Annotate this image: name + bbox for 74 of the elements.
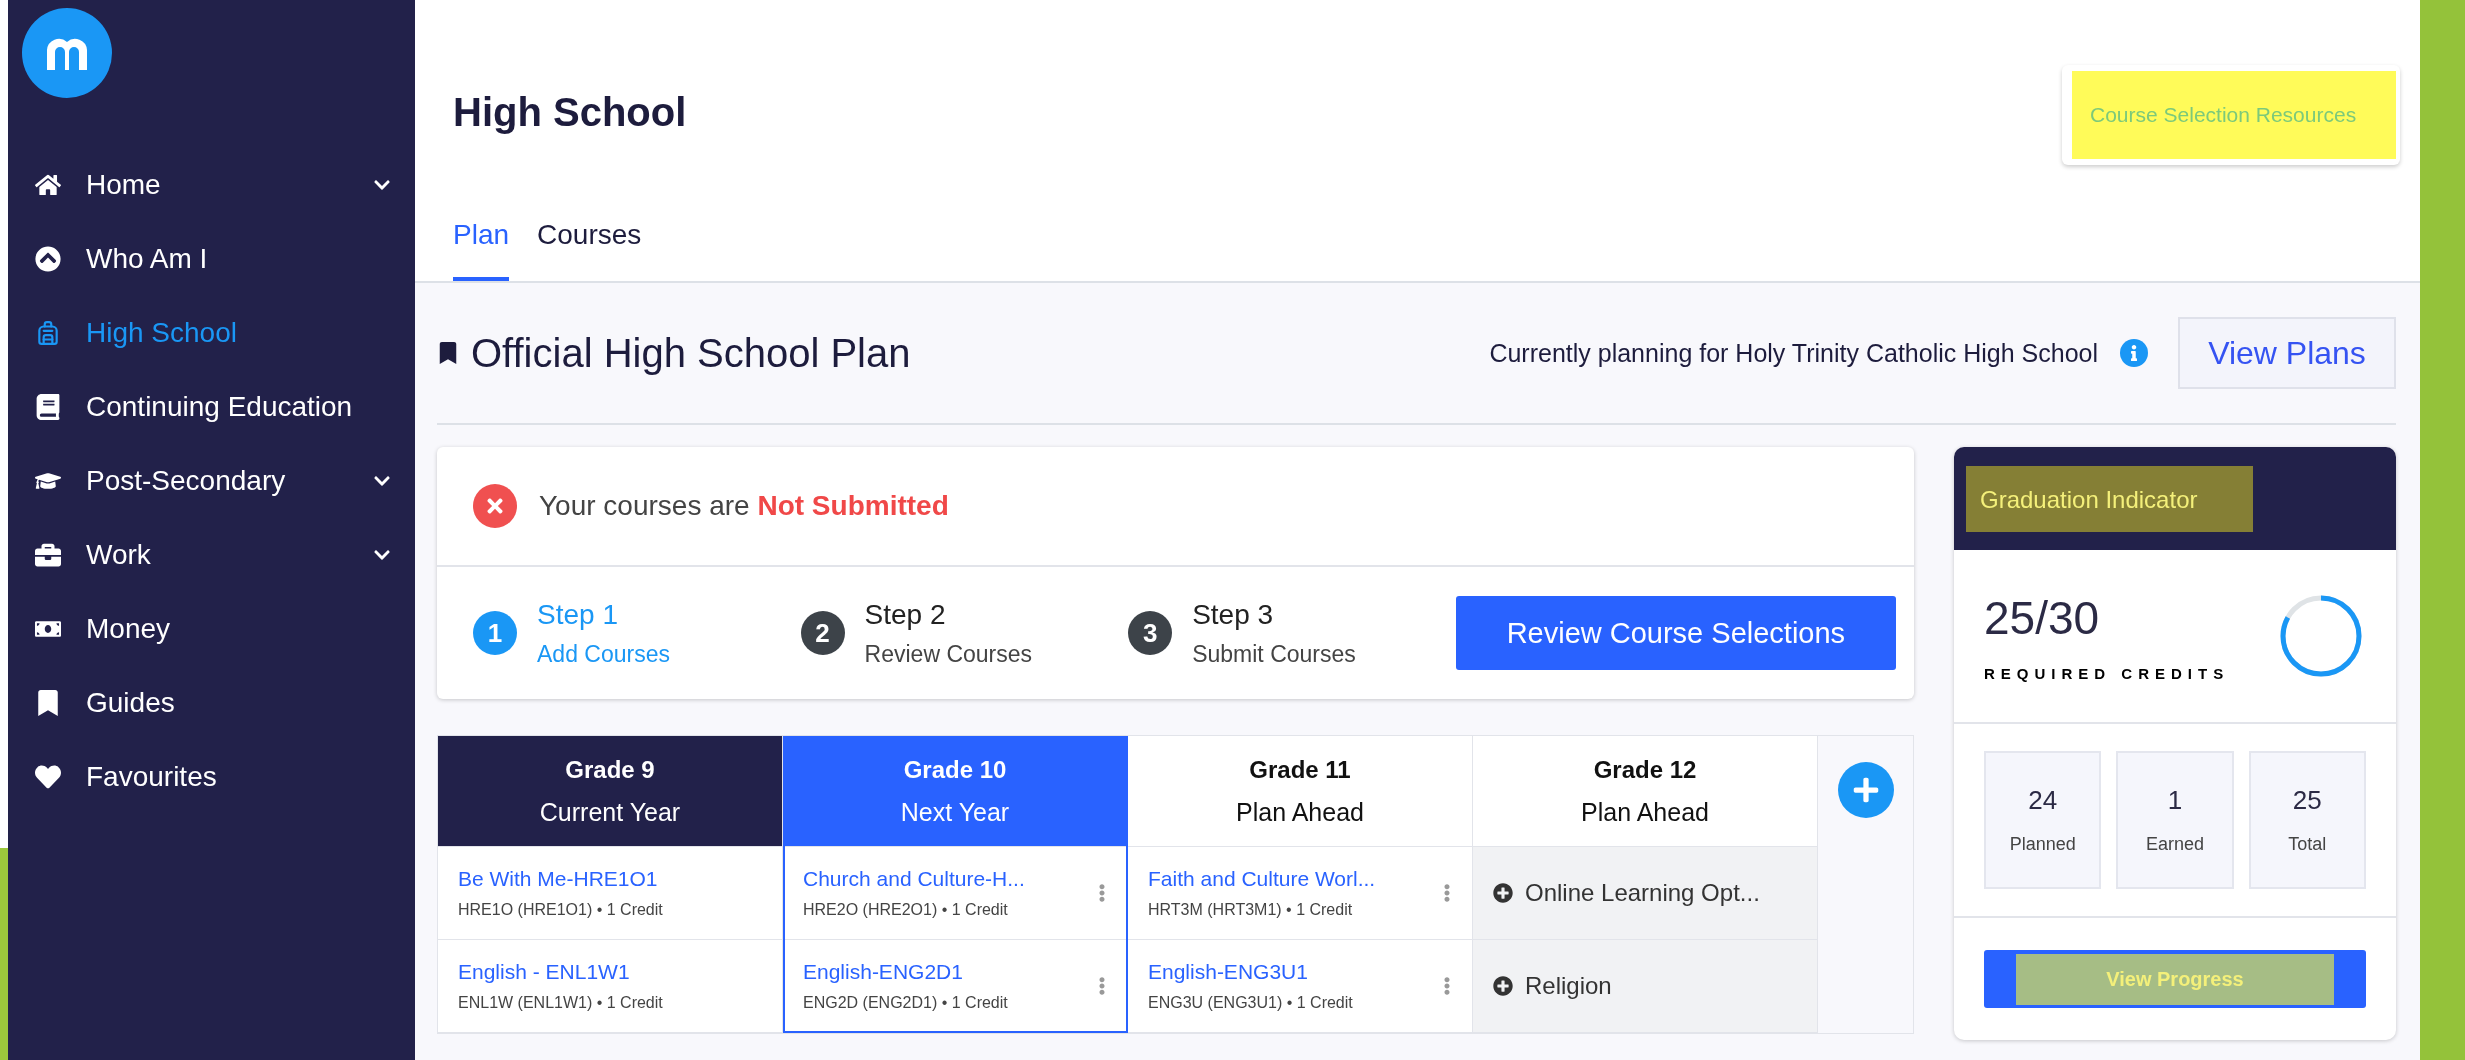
- course-link[interactable]: English - ENL1W1: [458, 960, 766, 984]
- grade-label: Next Year: [900, 797, 1010, 827]
- step-title: Step 3: [1192, 598, 1275, 631]
- sidebar-item[interactable]: High School: [8, 296, 415, 370]
- course-link[interactable]: Faith and Culture Worl...: [1148, 867, 1438, 891]
- planning-note: Currently planning for Holy Trinity Catholic High School: [1489, 338, 2098, 368]
- info-icon[interactable]: [2120, 339, 2148, 367]
- option-label: Religion: [1525, 972, 1612, 1000]
- stat-label: Earned: [2145, 834, 2204, 855]
- briefcase-icon: [34, 541, 62, 569]
- course-detail: HRE1O (HRE1O1) • 1 Credit: [458, 901, 664, 919]
- step-subtitle: Review Courses: [864, 640, 1033, 668]
- step-title: Step 1: [537, 598, 619, 631]
- sidebar-item[interactable]: Money: [8, 592, 415, 666]
- sidebar-item-label: Home: [86, 169, 162, 201]
- sidebar-item[interactable]: Who Am I: [8, 222, 415, 296]
- stat-value: 25: [2292, 785, 2322, 816]
- sidebar-item-label: Money: [86, 613, 172, 645]
- grade-name: Grade 10: [903, 755, 1007, 784]
- grade-header[interactable]: Grade 10 Next Year: [783, 736, 1127, 847]
- plan-title: Official High School Plan: [471, 330, 912, 376]
- step-number: 2: [800, 611, 845, 655]
- sidebar-item-label: Post-Secondary: [86, 465, 287, 497]
- graduation-title: Graduation Indicator: [1966, 465, 2254, 532]
- bookmark-icon: [437, 342, 459, 364]
- option-link[interactable]: Religion: [1493, 972, 1612, 1000]
- course-link[interactable]: Church and Culture-H...: [803, 867, 1093, 891]
- sidebar-item[interactable]: Post-Secondary: [8, 444, 415, 518]
- credits-label: REQUIRED CREDITS: [1984, 664, 2231, 682]
- course-link[interactable]: Be With Me-HRE1O1: [458, 867, 766, 891]
- grade-header[interactable]: Grade 9 Current Year: [438, 736, 782, 847]
- error-icon: [473, 484, 517, 528]
- grade-name: Grade 9: [565, 755, 655, 784]
- stat-value: 1: [2167, 785, 2183, 816]
- step-title: Step 2: [864, 598, 947, 631]
- view-plans-button[interactable]: View Plans: [2178, 317, 2396, 389]
- heart-icon: [34, 763, 62, 791]
- grade-label: Plan Ahead: [1581, 797, 1709, 827]
- grade-label: Current Year: [539, 797, 681, 827]
- course-link[interactable]: English-ENG3U1: [1148, 960, 1438, 984]
- tab[interactable]: Courses: [537, 219, 642, 281]
- credits-count: 25/30: [1984, 590, 2101, 645]
- grade-name: Grade 12: [1593, 755, 1697, 784]
- review-button[interactable]: Review Course Selections: [1455, 596, 1896, 670]
- course-detail: ENG2D (ENG2D1) • 1 Credit: [803, 994, 1009, 1012]
- course-detail: ENG3U (ENG3U1) • 1 Credit: [1148, 994, 1354, 1012]
- sidebar-item-label: Favourites: [86, 761, 218, 793]
- sidebar-item[interactable]: Work: [8, 518, 415, 592]
- sidebar-item[interactable]: Guides: [8, 666, 415, 740]
- course-detail: HRT3M (HRT3M1) • 1 Credit: [1148, 901, 1354, 919]
- course-link[interactable]: English-ENG2D1: [803, 960, 1093, 984]
- stat-label: Planned: [2009, 834, 2076, 855]
- course-detail: HRE2O (HRE2O1) • 1 Credit: [803, 901, 1009, 919]
- step-subtitle: Add Courses: [537, 640, 670, 668]
- status-text: Your courses are Not Submitted: [539, 490, 949, 522]
- plus-icon: [1851, 776, 1880, 804]
- course-detail: ENL1W (ENL1W1) • 1 Credit: [458, 994, 664, 1012]
- step-number: 1: [473, 611, 517, 655]
- stat-value: 24: [2028, 785, 2058, 816]
- sidebar-item[interactable]: Home: [8, 148, 415, 222]
- grade-name: Grade 11: [1249, 755, 1351, 784]
- sidebar-item[interactable]: Continuing Education: [8, 370, 415, 444]
- step-subtitle: Submit Courses: [1192, 640, 1356, 668]
- sidebar-item-label: Who Am I: [86, 243, 209, 275]
- page-title: High School: [453, 90, 687, 135]
- grade-label: Plan Ahead: [1236, 797, 1364, 827]
- sidebar-item-label: High School: [86, 317, 238, 349]
- circle-arrow-icon: [34, 245, 62, 273]
- step-number: 3: [1128, 611, 1173, 655]
- sidebar-item-label: Work: [86, 539, 152, 571]
- sidebar-item[interactable]: Favourites: [8, 740, 415, 814]
- stat-label: Total: [2288, 834, 2327, 855]
- sidebar-item-label: Continuing Education: [86, 391, 354, 423]
- sidebar-item-label: Guides: [86, 687, 176, 719]
